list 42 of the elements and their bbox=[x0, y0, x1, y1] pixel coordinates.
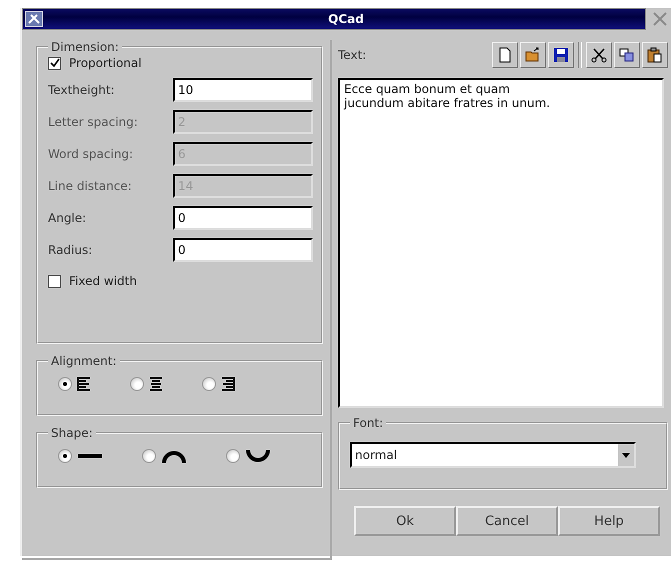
field-label: Word spacing: bbox=[48, 147, 134, 161]
group-title: Shape: bbox=[50, 426, 94, 440]
scissors-icon[interactable] bbox=[586, 42, 612, 68]
align-center-icon bbox=[148, 376, 164, 392]
group-title: Alignment: bbox=[50, 354, 118, 368]
checkbox[interactable] bbox=[48, 56, 61, 70]
caret-icon bbox=[622, 452, 630, 458]
input-field[interactable]: 0 bbox=[173, 206, 313, 230]
field-label: Radius: bbox=[48, 243, 92, 257]
align-left-icon bbox=[76, 376, 92, 392]
arc-down-icon bbox=[244, 448, 272, 464]
checkbox-label: Proportional bbox=[69, 56, 142, 70]
input-field[interactable]: 0 bbox=[173, 238, 313, 262]
group-title: Dimension: bbox=[50, 40, 120, 54]
text-label: Text: bbox=[338, 48, 366, 62]
field-label: Textheight: bbox=[48, 83, 115, 97]
checkbox[interactable] bbox=[48, 274, 61, 288]
arc-up-icon bbox=[160, 448, 188, 464]
folder-icon[interactable] bbox=[520, 42, 546, 68]
new-file-icon[interactable] bbox=[492, 42, 518, 68]
field-label: Letter spacing: bbox=[48, 115, 138, 129]
radio-button[interactable] bbox=[202, 377, 216, 391]
field-label: Line distance: bbox=[48, 179, 132, 193]
dialog-button[interactable]: Cancel bbox=[456, 506, 558, 536]
checkbox-label: Fixed width bbox=[69, 274, 137, 288]
radio-button[interactable] bbox=[226, 449, 240, 463]
input-field[interactable]: 10 bbox=[173, 78, 313, 102]
app-icon bbox=[25, 11, 43, 27]
copy-icon[interactable] bbox=[614, 42, 640, 68]
font-dropdown[interactable]: normal bbox=[350, 442, 636, 468]
text-area[interactable]: Ecce quam bonum et quam jucundum abitare fratres in unum. bbox=[338, 78, 664, 408]
window-title: QCad bbox=[327, 12, 365, 26]
radio-button[interactable] bbox=[58, 377, 72, 391]
radio-button[interactable] bbox=[130, 377, 144, 391]
clipboard-icon[interactable] bbox=[642, 42, 668, 68]
dialog-button[interactable]: Ok bbox=[354, 506, 456, 536]
group-title: Font: bbox=[352, 416, 384, 430]
align-right-icon bbox=[220, 376, 236, 392]
radio-button[interactable] bbox=[142, 449, 156, 463]
dialog-button[interactable]: Help bbox=[558, 506, 660, 536]
radio-button[interactable] bbox=[58, 449, 72, 463]
field-label: Angle: bbox=[48, 211, 86, 225]
